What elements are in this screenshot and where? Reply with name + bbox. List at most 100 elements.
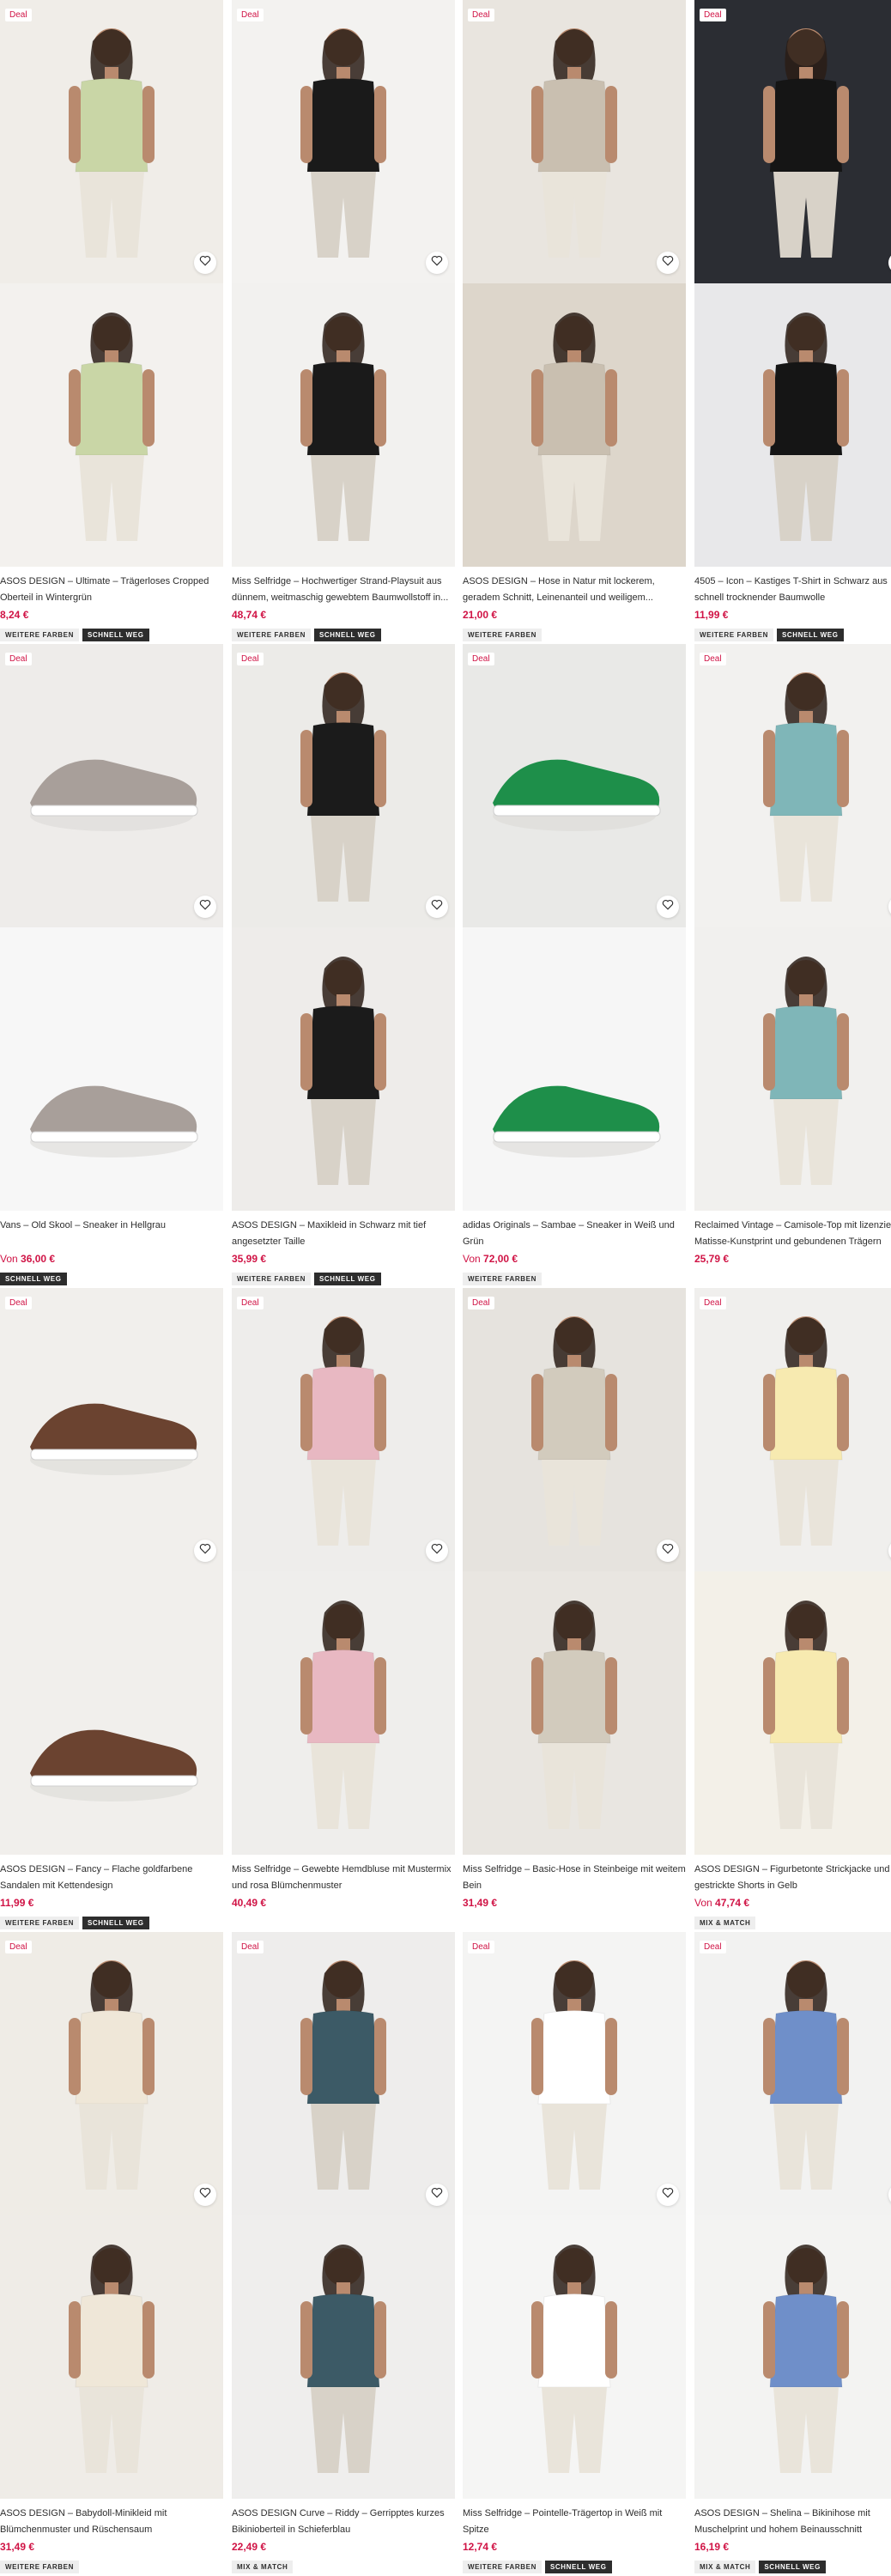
heart-icon <box>662 1543 674 1558</box>
save-for-later-button[interactable] <box>657 2184 679 2206</box>
heart-icon <box>662 899 674 914</box>
product-image[interactable]: Deal <box>232 644 455 1211</box>
product-image[interactable]: Deal <box>0 0 223 567</box>
product-image[interactable]: Deal <box>0 1932 223 2499</box>
product-photo-alt <box>463 927 686 1211</box>
product-title[interactable]: ASOS DESIGN – Shelina – Bikinihose mit M… <box>694 2506 891 2538</box>
product-badges: WEITERE FARBEN SCHNELL WEG <box>232 629 455 641</box>
product-image[interactable]: Deal <box>232 0 455 567</box>
product-card[interactable]: Deal Miss Selfridge – Pointelle-Trägertop… <box>463 1932 686 2573</box>
product-price: 40,49 € <box>232 1895 455 1911</box>
save-for-later-button[interactable] <box>426 1540 448 1562</box>
product-title[interactable]: ASOS DESIGN – Babydoll-Minikleid mit Blü… <box>0 2506 223 2538</box>
deal-badge: Deal <box>468 1297 494 1309</box>
product-badge: WEITERE FARBEN <box>232 629 311 641</box>
product-title[interactable]: Miss Selfridge – Pointelle-Trägertop in … <box>463 2506 686 2538</box>
product-title[interactable]: ASOS DESIGN – Maxikleid in Schwarz mit t… <box>232 1218 455 1250</box>
save-for-later-button[interactable] <box>426 252 448 274</box>
product-photo-figure <box>300 1601 386 1829</box>
product-card[interactable]: Deal ASOS DESIGN – Fancy – Flache goldfar… <box>0 1288 223 1929</box>
product-badge: SCHNELL WEG <box>82 629 149 641</box>
save-for-later-button[interactable] <box>426 2184 448 2206</box>
save-for-later-button[interactable] <box>194 896 216 918</box>
heart-icon <box>199 255 211 270</box>
product-price: 12,74 € <box>463 2539 686 2555</box>
product-title[interactable]: Reclaimed Vintage – Camisole-Top mit liz… <box>694 1218 891 1250</box>
product-badge: WEITERE FARBEN <box>232 1273 311 1285</box>
product-photo-figure <box>763 957 849 1185</box>
product-image[interactable]: Deal <box>694 1932 891 2499</box>
product-card[interactable]: Deal Miss Selfridge – Basic-Hose in Stein… <box>463 1288 686 1917</box>
price-value: 31,49 € <box>0 2541 35 2553</box>
product-image[interactable]: Deal <box>0 1288 223 1855</box>
product-image[interactable]: Deal <box>694 644 891 1211</box>
price-value: 8,24 € <box>0 609 29 621</box>
product-image[interactable]: Deal <box>463 644 686 1211</box>
product-photo-figure <box>69 1960 155 2190</box>
product-image[interactable]: Deal <box>694 1288 891 1855</box>
price-prefix: Von <box>694 1897 716 1909</box>
product-photo-figure <box>531 1601 617 1829</box>
product-title[interactable]: Miss Selfridge – Hochwertiger Strand-Pla… <box>232 574 455 606</box>
product-card[interactable]: Deal Miss Selfridge – Gewebte Hemdbluse m… <box>232 1288 455 1917</box>
product-image[interactable]: Deal <box>463 0 686 567</box>
product-card[interactable]: Deal Reclaimed Vintage – Camisole-Top mit… <box>694 644 891 1273</box>
product-image[interactable]: Deal <box>232 1288 455 1855</box>
price-value: 16,19 € <box>694 2541 730 2553</box>
deal-badge: Deal <box>237 653 264 665</box>
product-card[interactable]: Deal 4505 – Icon – Kastiges T-Shirt in Sc… <box>694 0 891 641</box>
product-badge: WEITERE FARBEN <box>0 1917 79 1929</box>
product-photo-alt <box>0 927 223 1211</box>
product-card[interactable]: Deal ASOS DESIGN – Hose in Natur mit lock… <box>463 0 686 641</box>
product-card[interactable]: Deal Vans – Old Skool – Sneaker in Hellgr… <box>0 644 223 1285</box>
product-title[interactable]: adidas Originals – Sambae – Sneaker in W… <box>463 1218 686 1250</box>
product-badge: MIX & MATCH <box>694 2561 756 2573</box>
product-badges: WEITERE FARBEN SCHNELL WEG <box>463 2561 686 2573</box>
product-title[interactable]: Vans – Old Skool – Sneaker in Hellgrau <box>0 1218 223 1250</box>
save-for-later-button[interactable] <box>657 896 679 918</box>
product-title[interactable]: Miss Selfridge – Basic-Hose in Steinbeig… <box>463 1862 686 1894</box>
save-for-later-button[interactable] <box>426 896 448 918</box>
product-image[interactable]: Deal <box>694 0 891 567</box>
save-for-later-button[interactable] <box>657 252 679 274</box>
product-image[interactable]: Deal <box>0 644 223 1211</box>
product-photo-main <box>232 1932 455 2215</box>
product-image[interactable]: Deal <box>463 1288 686 1855</box>
product-image[interactable]: Deal <box>463 1932 686 2499</box>
product-photo-main <box>463 0 686 283</box>
product-card[interactable]: Deal ASOS DESIGN Curve – Riddy – Gerrippt… <box>232 1932 455 2573</box>
product-title[interactable]: 4505 – Icon – Kastiges T-Shirt in Schwar… <box>694 574 891 606</box>
product-photo-main <box>0 644 223 927</box>
product-badge: SCHNELL WEG <box>313 629 381 641</box>
product-photo-alt <box>0 283 223 567</box>
product-title[interactable]: ASOS DESIGN – Hose in Natur mit lockerem… <box>463 574 686 606</box>
product-photo-main <box>463 644 686 927</box>
product-photo-figure <box>763 313 849 541</box>
save-for-later-button[interactable] <box>194 252 216 274</box>
deal-badge: Deal <box>237 1941 264 1953</box>
product-photo-main <box>0 1932 223 2215</box>
product-photo-alt <box>463 2215 686 2499</box>
product-title[interactable]: ASOS DESIGN Curve – Riddy – Gerripptes k… <box>232 2506 455 2538</box>
product-card[interactable]: Deal ASOS DESIGN – Maxikleid in Schwarz m… <box>232 644 455 1285</box>
save-for-later-button[interactable] <box>657 1540 679 1562</box>
price-value: 12,74 € <box>463 2541 498 2553</box>
product-price: Von 72,00 € <box>463 1251 686 1267</box>
product-badge: WEITERE FARBEN <box>0 629 79 641</box>
product-card[interactable]: Deal adidas Originals – Sambae – Sneaker … <box>463 644 686 1285</box>
heart-icon <box>431 255 443 270</box>
product-title[interactable]: ASOS DESIGN – Figurbetonte Strickjacke u… <box>694 1862 891 1894</box>
product-title[interactable]: ASOS DESIGN – Ultimate – Trägerloses Cro… <box>0 574 223 606</box>
product-title[interactable]: Miss Selfridge – Gewebte Hemdbluse mit M… <box>232 1862 455 1894</box>
product-card[interactable]: Deal ASOS DESIGN – Figurbetonte Strickjac… <box>694 1288 891 1929</box>
product-image[interactable]: Deal <box>232 1932 455 2499</box>
product-card[interactable]: Deal ASOS DESIGN – Ultimate – Trägerloses… <box>0 0 223 641</box>
product-card[interactable]: Deal Miss Selfridge – Hochwertiger Strand… <box>232 0 455 641</box>
product-card[interactable]: Deal ASOS DESIGN – Babydoll-Minikleid mit… <box>0 1932 223 2573</box>
product-title[interactable]: ASOS DESIGN – Fancy – Flache goldfarbene… <box>0 1862 223 1894</box>
product-photo-figure <box>30 1729 198 1801</box>
product-photo-figure <box>300 672 386 902</box>
product-card[interactable]: Deal ASOS DESIGN – Shelina – Bikinihose m… <box>694 1932 891 2573</box>
save-for-later-button[interactable] <box>194 2184 216 2206</box>
save-for-later-button[interactable] <box>194 1540 216 1562</box>
